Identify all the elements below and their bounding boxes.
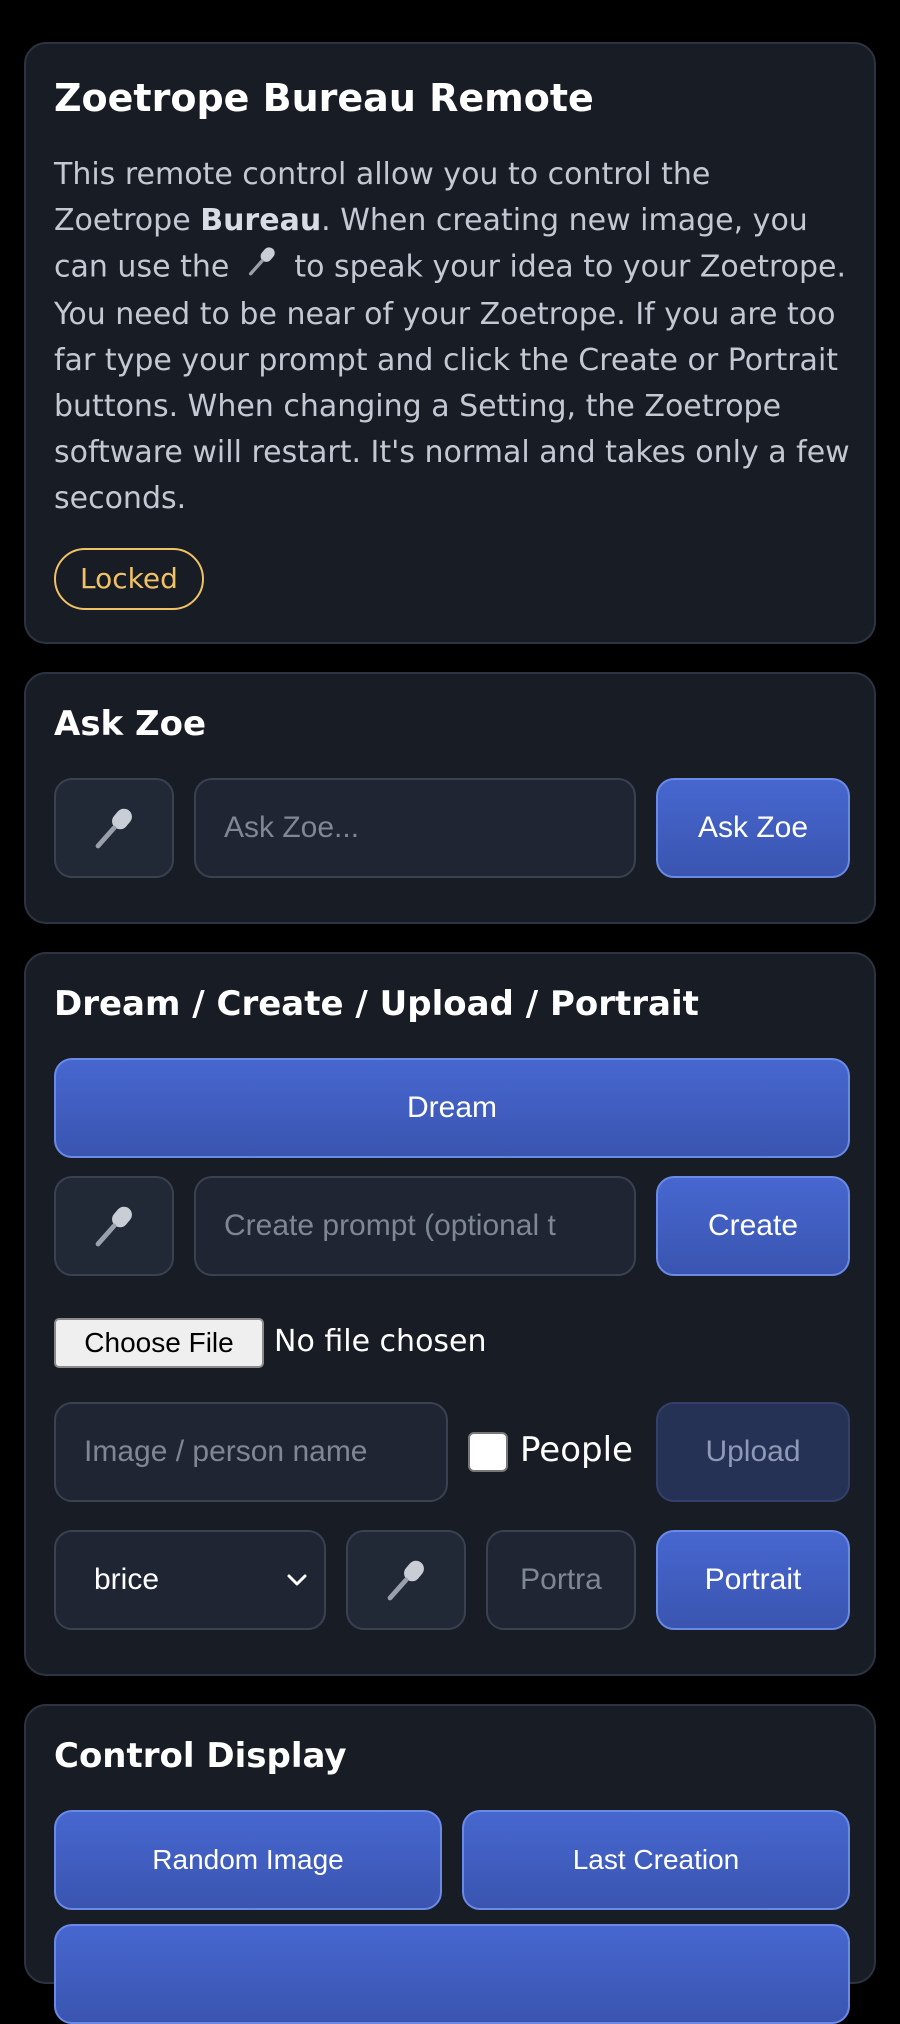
dream-button[interactable]: Dream bbox=[54, 1058, 850, 1158]
dream-card: Dream / Create / Upload / Portrait Dream… bbox=[24, 952, 876, 1676]
image-name-input[interactable]: Image / person name bbox=[54, 1402, 448, 1502]
person-select[interactable]: brice bbox=[54, 1530, 326, 1630]
ask-card: Ask Zoe Ask Zoe... Ask Zoe bbox=[24, 672, 876, 924]
person-select-value: brice bbox=[94, 1563, 160, 1596]
create-button[interactable]: Create bbox=[656, 1176, 850, 1276]
control-title: Control Display bbox=[54, 1736, 347, 1776]
ask-title: Ask Zoe bbox=[54, 704, 207, 744]
page-title: Zoetrope Bureau Remote bbox=[54, 76, 594, 120]
random-image-button[interactable]: Random Image bbox=[54, 1810, 442, 1910]
create-mic-button[interactable] bbox=[54, 1176, 174, 1276]
ask-input[interactable]: Ask Zoe... bbox=[194, 778, 636, 878]
ask-mic-button[interactable] bbox=[54, 778, 174, 878]
microphone-icon bbox=[95, 808, 132, 849]
create-prompt-input[interactable]: Create prompt (optional t bbox=[194, 1176, 636, 1276]
chevron-down-icon bbox=[287, 1574, 307, 1586]
people-checkbox[interactable] bbox=[468, 1432, 508, 1472]
intro-description: This remote control allow you to control… bbox=[54, 157, 850, 516]
ask-zoe-button[interactable]: Ask Zoe bbox=[656, 778, 850, 878]
microphone-icon bbox=[245, 244, 279, 292]
file-status: No file chosen bbox=[274, 1324, 487, 1359]
control-card: Control Display Random Image Last Creati… bbox=[24, 1704, 876, 2024]
dream-title: Dream / Create / Upload / Portrait bbox=[54, 984, 699, 1024]
status-badge: Locked bbox=[54, 548, 204, 610]
portrait-prompt-input[interactable]: Portra bbox=[486, 1530, 636, 1630]
people-label: People bbox=[520, 1430, 633, 1470]
last-creation-button[interactable]: Last Creation bbox=[462, 1810, 850, 1910]
upload-button[interactable]: Upload bbox=[656, 1402, 850, 1502]
intro-card: Zoetrope Bureau Remote This remote contr… bbox=[24, 42, 876, 644]
microphone-icon bbox=[95, 1206, 132, 1247]
portrait-mic-button[interactable] bbox=[346, 1530, 466, 1630]
choose-file-button[interactable]: Choose File bbox=[54, 1318, 264, 1368]
portrait-button[interactable]: Portrait bbox=[656, 1530, 850, 1630]
microphone-icon bbox=[387, 1560, 424, 1601]
control-button-partial[interactable] bbox=[54, 1924, 850, 2024]
